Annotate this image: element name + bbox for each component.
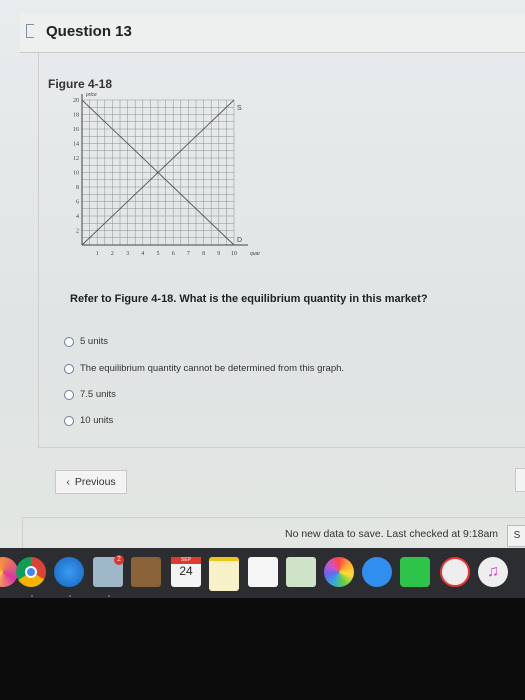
y-tick-label: 18 <box>73 113 79 119</box>
previous-button[interactable]: ‹ Previous <box>55 470 127 494</box>
series-label-D: D <box>237 237 242 244</box>
answer-option-2[interactable]: The equilibrium quantity cannot be deter… <box>64 363 344 374</box>
radio-button[interactable] <box>64 389 74 400</box>
x-tick-label: 3 <box>126 251 129 257</box>
y-tick-label: 10 <box>73 171 79 177</box>
maps-icon[interactable] <box>286 557 316 587</box>
question-header: Question 13 <box>20 14 525 53</box>
x-tick-label: 9 <box>217 251 220 257</box>
submit-button[interactable]: S <box>507 525 525 547</box>
supply-demand-chart: 123456789102468101214161820quantityprice… <box>73 92 260 257</box>
question-text: Refer to Figure 4-18. What is the equili… <box>70 293 428 305</box>
x-tick-label: 8 <box>202 251 205 257</box>
x-tick-label: 2 <box>111 251 114 257</box>
calendar-day: 24 <box>179 564 193 578</box>
news-icon[interactable] <box>440 557 470 587</box>
calendar-icon[interactable]: SEP 24 <box>171 557 201 587</box>
running-indicator <box>69 595 71 597</box>
y-tick-label: 14 <box>73 142 79 148</box>
x-tick-label: 7 <box>187 251 190 257</box>
x-tick-label: 6 <box>172 251 175 257</box>
option-label: 10 units <box>80 415 114 426</box>
series-label-S: S <box>237 105 242 112</box>
y-tick-label: 20 <box>73 98 79 104</box>
y-tick-label: 8 <box>76 185 79 191</box>
option-label: The equilibrium quantity cannot be deter… <box>80 363 345 374</box>
option-label: 5 units <box>80 336 108 347</box>
answer-option-3[interactable]: 7.5 units <box>64 389 116 400</box>
y-tick-label: 4 <box>76 214 79 220</box>
option-label: 7.5 units <box>80 389 116 400</box>
chrome-icon[interactable] <box>16 557 46 587</box>
radio-button[interactable] <box>64 363 74 374</box>
answer-option-1[interactable]: 5 units <box>64 336 108 347</box>
y-tick-label: 16 <box>73 127 79 133</box>
mail-badge: 2 <box>114 555 124 565</box>
answer-option-4[interactable]: 10 units <box>64 415 113 426</box>
save-status: No new data to save. Last checked at 9:1… <box>285 528 499 540</box>
running-indicator <box>31 595 33 597</box>
question-title: Question 13 <box>46 23 132 40</box>
music-icon[interactable]: ♫ <box>478 557 508 587</box>
y-tick-label: 2 <box>76 229 79 235</box>
radio-button[interactable] <box>64 336 74 347</box>
previous-label: Previous <box>74 476 116 488</box>
notes-icon[interactable] <box>209 557 239 591</box>
radio-button[interactable] <box>64 415 74 426</box>
reminders-icon[interactable] <box>248 557 278 587</box>
next-button[interactable] <box>515 468 525 492</box>
safari-icon[interactable] <box>54 557 84 587</box>
browser-page: Question 13 Figure 4-18 1 2 3 4 5 6 7 8 9 10 2 4 6 8 1… <box>0 0 525 548</box>
x-tick-label: 5 <box>157 251 160 257</box>
x-tick-label: 10 <box>231 251 237 257</box>
y-tick-label: 12 <box>73 156 79 162</box>
x-axis-label: quantity <box>250 251 260 257</box>
chevron-left-icon: ‹ <box>66 476 70 488</box>
y-tick-label: 6 <box>76 200 79 206</box>
calendar-month: SEP <box>171 557 201 564</box>
contacts-icon[interactable] <box>131 557 161 587</box>
y-axis-label: price <box>85 92 97 98</box>
x-tick-label: 1 <box>96 251 99 257</box>
messages-icon[interactable] <box>362 557 392 587</box>
photos-icon[interactable] <box>324 557 354 587</box>
running-indicator <box>108 595 110 597</box>
x-tick-label: 4 <box>141 251 144 257</box>
facetime-icon[interactable] <box>400 557 430 587</box>
flag-icon[interactable] <box>26 24 37 38</box>
